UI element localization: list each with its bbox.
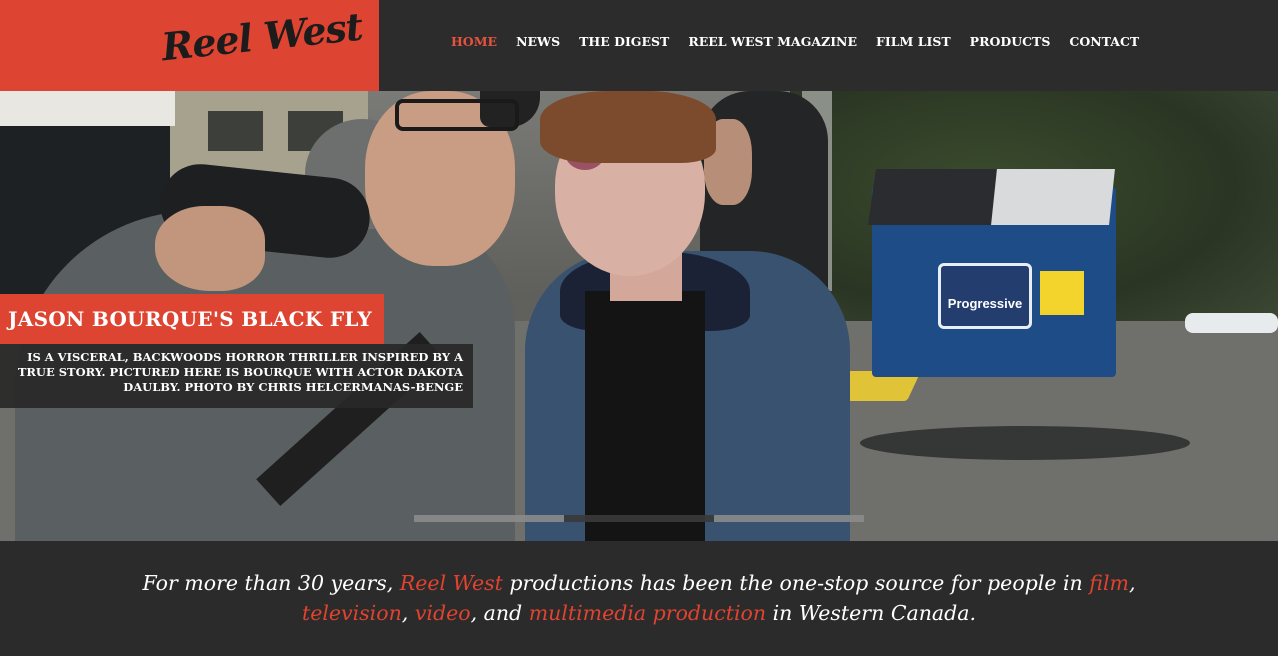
- slider-indicator[interactable]: [564, 515, 714, 522]
- tagline-highlight: video: [414, 601, 471, 625]
- slide-caption-title[interactable]: JASON BOURQUE'S BLACK FLY: [0, 294, 384, 344]
- nav-item-products[interactable]: PRODUCTS: [970, 34, 1051, 49]
- tagline-text: ,: [401, 601, 415, 625]
- tagline-line-1: For more than 30 years, Reel West produc…: [0, 568, 1278, 598]
- slide-caption-title-text[interactable]: JASON BOURQUE'S BLACK FLY: [8, 294, 372, 344]
- nav-item-home[interactable]: HOME: [451, 34, 497, 49]
- tagline-text: , and: [470, 601, 529, 625]
- photo-tent: [0, 91, 175, 126]
- logo-wordmark[interactable]: Reel West: [159, 4, 364, 85]
- nav-item-the-digest[interactable]: THE DIGEST: [579, 34, 669, 49]
- photo-dumpster-sign: Progressive: [938, 263, 1032, 329]
- photo-dumpster-sticker: [1040, 271, 1084, 315]
- logo[interactable]: Reel West: [0, 0, 379, 91]
- slider-progress: [414, 515, 864, 522]
- photo-window: [208, 111, 263, 151]
- tagline-highlight: television: [301, 601, 402, 625]
- photo-actor-shirt: [585, 291, 705, 541]
- site-header: Reel West HOME NEWS THE DIGEST REEL WEST…: [0, 0, 1278, 91]
- tagline-text: productions has been the one-stop source…: [502, 571, 1090, 595]
- hero-slider: Progressive JASON BOURQUE'S BLACK FLY IS…: [0, 91, 1278, 541]
- tagline-section: For more than 30 years, Reel West produc…: [0, 541, 1278, 656]
- nav-item-reel-west-magazine[interactable]: REEL WEST MAGAZINE: [688, 34, 857, 49]
- photo-director-glasses: [395, 99, 519, 131]
- nav-item-news[interactable]: NEWS: [516, 34, 560, 49]
- slide-caption-body: IS A VISCERAL, BACKWOODS HORROR THRILLER…: [0, 344, 473, 408]
- tagline-highlight: Reel West: [399, 571, 503, 595]
- photo-dumpster-lid: [991, 169, 1115, 225]
- photo-actor-hair: [540, 91, 716, 163]
- tagline-text: ,: [1128, 571, 1136, 595]
- nav-item-contact[interactable]: CONTACT: [1069, 34, 1139, 49]
- photo-snow: [1185, 313, 1278, 333]
- nav-item-film-list[interactable]: FILM LIST: [876, 34, 951, 49]
- slider-indicator[interactable]: [714, 515, 864, 522]
- tagline: For more than 30 years, Reel West produc…: [0, 568, 1278, 628]
- tagline-text: For more than 30 years,: [142, 571, 400, 595]
- slider-indicator[interactable]: [414, 515, 564, 522]
- slide-caption-text: IS A VISCERAL, BACKWOODS HORROR THRILLER…: [17, 350, 463, 394]
- tagline-text: in Western Canada.: [766, 601, 977, 625]
- photo-puddle: [860, 426, 1190, 460]
- photo-director-hand: [155, 206, 265, 291]
- main-nav: HOME NEWS THE DIGEST REEL WEST MAGAZINE …: [451, 34, 1158, 49]
- tagline-line-2: television, video, and multimedia produc…: [0, 598, 1278, 628]
- photo-dumpster-lid: [868, 169, 1004, 225]
- tagline-highlight: multimedia production: [528, 601, 767, 625]
- tagline-highlight: film: [1089, 571, 1129, 595]
